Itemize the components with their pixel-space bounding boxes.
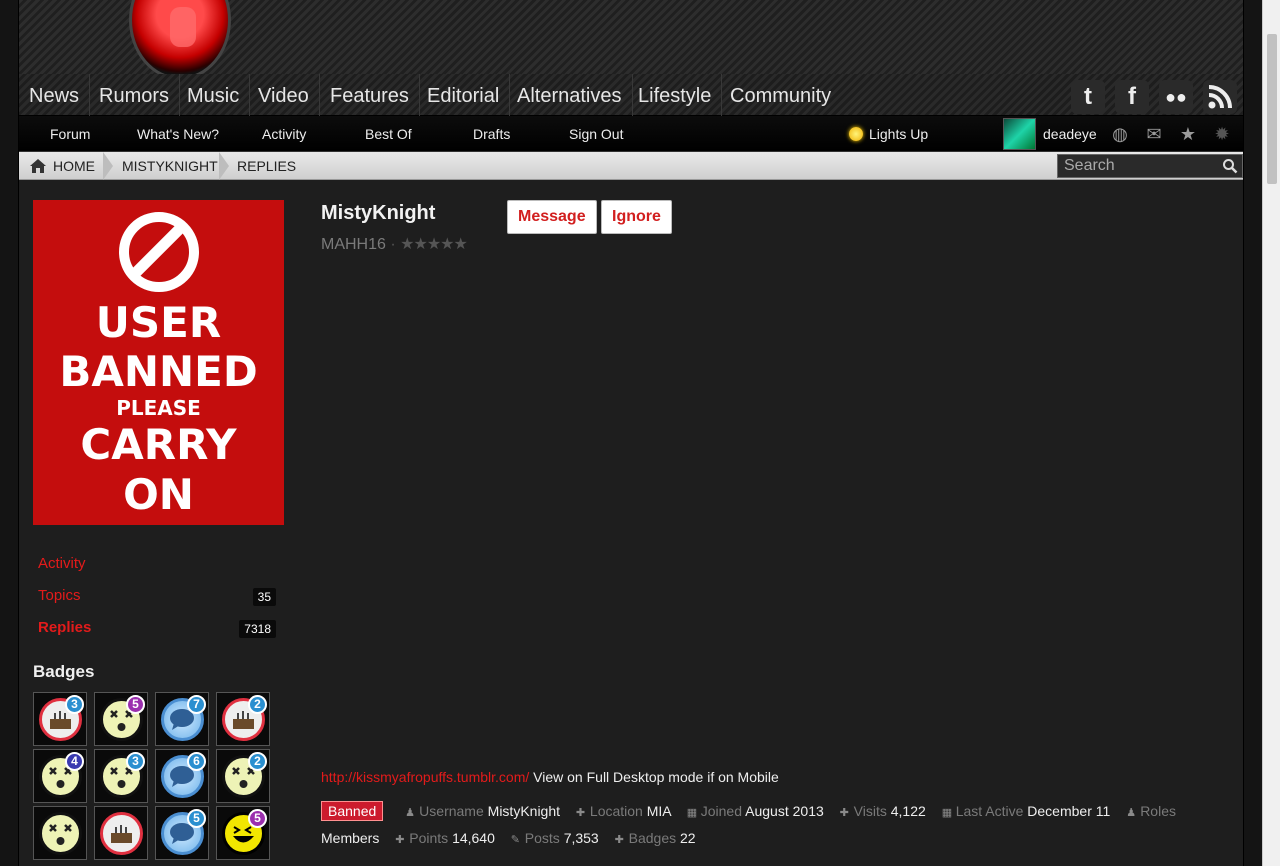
crumb-replies[interactable]: REPLIES	[237, 152, 296, 180]
subnav-drafts[interactable]: Drafts	[473, 116, 510, 152]
page-scrollbar[interactable]	[1262, 0, 1280, 866]
gear-icon[interactable]: ✹	[1212, 124, 1232, 144]
badge-cake[interactable]: 3	[33, 692, 87, 746]
user-icon: ♟	[405, 807, 416, 819]
nav-editorial[interactable]: Editorial	[417, 74, 511, 116]
page: News Rumors Music Video Features Editori…	[18, 0, 1244, 866]
badge-count: 4	[65, 752, 84, 771]
search-icon[interactable]	[1222, 158, 1238, 174]
badge-chat-bubble[interactable]: 6	[155, 749, 209, 803]
pencil-icon: ✎	[510, 834, 520, 846]
sidebar-topics-row[interactable]: Topics 35	[33, 587, 284, 613]
plus-icon: ✚	[839, 807, 849, 819]
badge-chat-bubble[interactable]: 7	[155, 692, 209, 746]
site-logo[interactable]	[129, 0, 231, 80]
prohibited-icon	[119, 212, 199, 292]
mail-icon[interactable]: ✉	[1144, 124, 1164, 144]
badge-laughing-face[interactable]: 5	[216, 806, 270, 860]
profile-username: MistyKnight	[321, 202, 436, 224]
subnav-best-of[interactable]: Best Of	[365, 116, 412, 152]
banned-badge: Banned	[321, 801, 384, 821]
rating-stars[interactable]: ★★★★★	[400, 236, 468, 253]
badge-count: 5	[248, 809, 267, 828]
subnav-forum[interactable]: Forum	[50, 116, 90, 152]
roles-icon: ♟	[1126, 807, 1137, 819]
badge-count: 5	[187, 809, 206, 828]
user-avatar[interactable]	[1003, 118, 1036, 150]
twitter-icon[interactable]: t	[1071, 80, 1105, 114]
breadcrumb: HOME MISTYKNIGHT REPLIES Search	[19, 152, 1243, 180]
banned-user-image: USER BANNED PLEASE CARRY ON	[33, 200, 284, 525]
search-input[interactable]: Search	[1057, 154, 1243, 178]
plus-icon: ✚	[395, 834, 405, 846]
crumb-mistyknight[interactable]: MISTYKNIGHT	[122, 152, 218, 180]
subnav-sign-out[interactable]: Sign Out	[569, 116, 623, 152]
crumb-home[interactable]: HOME	[29, 152, 95, 180]
nav-community[interactable]: Community	[720, 74, 841, 116]
nav-music[interactable]: Music	[177, 74, 251, 116]
badge-count: 7	[187, 695, 206, 714]
profile-meta-row-2: Members ✚ Points 14,640 ✎ Posts 7,353 ✚ Bad…	[321, 830, 696, 846]
bio-link[interactable]: http://kissmyafropuffs.tumblr.com/	[321, 769, 529, 785]
crumb-separator	[219, 152, 229, 180]
badge-dead-face[interactable]: 3	[94, 749, 148, 803]
star-icon[interactable]: ★	[1178, 124, 1198, 144]
profile-title: MAHH16 · ★★★★★	[321, 236, 468, 253]
nav-news[interactable]: News	[19, 74, 91, 116]
sidebar-activity-link[interactable]: Activity	[38, 555, 86, 572]
badge-cake[interactable]	[94, 806, 148, 860]
badge-count: 2	[248, 752, 267, 771]
calendar-icon: ▦	[686, 807, 698, 819]
subnav-whats-new[interactable]: What's New?	[137, 116, 219, 152]
ignore-button[interactable]: Ignore	[601, 200, 672, 234]
badge-count: 2	[248, 695, 267, 714]
badge-count: 5	[126, 695, 145, 714]
badge-chat-bubble[interactable]: 5	[155, 806, 209, 860]
message-button[interactable]: Message	[507, 200, 597, 234]
facebook-icon[interactable]: f	[1115, 80, 1149, 114]
sun-icon	[849, 127, 863, 141]
scrollbar-thumb[interactable]	[1267, 34, 1277, 184]
nav-video[interactable]: Video	[248, 74, 320, 116]
badge-dead-face[interactable]: 5	[94, 692, 148, 746]
rss-icon[interactable]	[1203, 80, 1237, 114]
profile-bio: http://kissmyafropuffs.tumblr.com/ View …	[321, 769, 779, 785]
crumb-separator	[103, 152, 113, 180]
badge-count: 6	[187, 752, 206, 771]
home-icon	[30, 159, 46, 173]
nav-features[interactable]: Features	[320, 74, 420, 116]
sub-nav: Forum What's New? Activity Best Of Draft…	[19, 116, 1243, 152]
calendar-icon: ▦	[941, 807, 953, 819]
plus-icon: ✚	[614, 834, 624, 846]
nav-lifestyle[interactable]: Lifestyle	[628, 74, 723, 116]
replies-count: 7318	[239, 620, 276, 638]
badge-dead-face[interactable]: 4	[33, 749, 87, 803]
main-nav: News Rumors Music Video Features Editori…	[19, 74, 1243, 116]
subnav-activity[interactable]: Activity	[262, 116, 306, 152]
badges-heading: Badges	[33, 662, 95, 681]
header-strip	[19, 0, 1243, 80]
nav-rumors[interactable]: Rumors	[89, 74, 181, 116]
plus-icon: ✚	[575, 807, 586, 819]
badge-dead-face[interactable]: 2	[216, 749, 270, 803]
myspace-icon[interactable]: ●●	[1159, 80, 1193, 114]
badge-dead-face[interactable]	[33, 806, 87, 860]
current-username[interactable]: deadeye	[1043, 116, 1097, 152]
profile-meta-row-1: Banned ♟ Username MistyKnight ✚ Location M…	[321, 801, 1176, 821]
lights-up-toggle[interactable]: Lights Up	[849, 116, 928, 152]
badge-cake[interactable]: 2	[216, 692, 270, 746]
badge-count: 3	[65, 695, 84, 714]
cake-icon	[100, 812, 143, 855]
globe-icon[interactable]: ◍	[1110, 124, 1130, 144]
nav-alternatives[interactable]: Alternatives	[507, 74, 633, 116]
dead-face-icon	[39, 812, 82, 855]
badge-count: 3	[126, 752, 145, 771]
sidebar-replies-row[interactable]: Replies 7318	[33, 619, 284, 645]
topics-count: 35	[252, 588, 276, 606]
